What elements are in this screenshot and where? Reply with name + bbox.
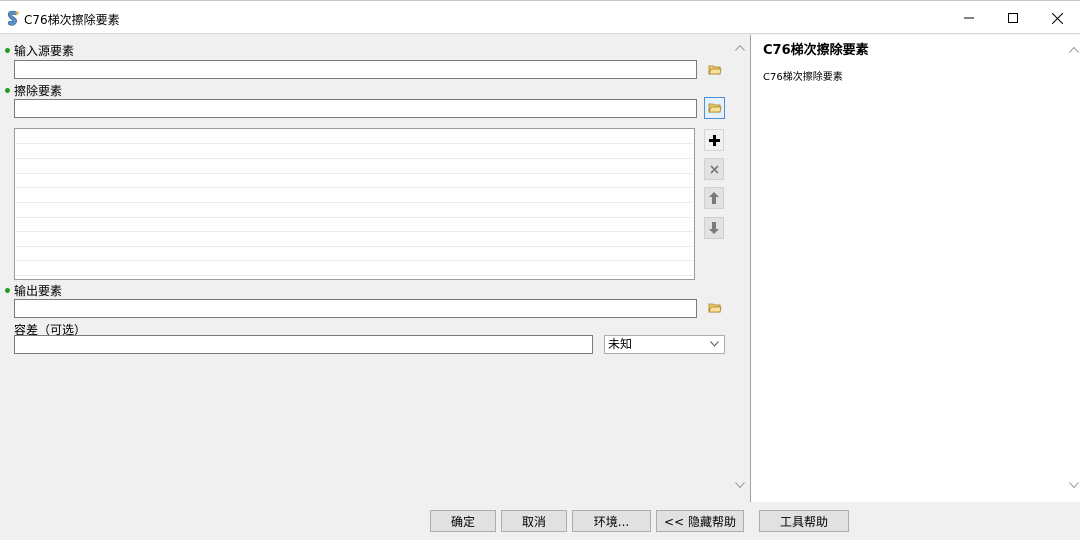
hide-help-button[interactable]: << 隐藏帮助 <box>656 510 744 532</box>
tool-help-button[interactable]: 工具帮助 <box>759 510 849 532</box>
required-bullet-icon <box>5 288 10 293</box>
erase-features-field[interactable] <box>14 99 697 118</box>
erase-features-browse-button[interactable] <box>704 97 725 119</box>
remove-icon <box>709 164 719 174</box>
required-bullet-icon <box>5 88 10 93</box>
input-features-label: 输入源要素 <box>5 42 74 59</box>
close-button[interactable] <box>1034 1 1080 35</box>
folder-icon <box>707 303 721 313</box>
minimize-button[interactable] <box>946 1 992 35</box>
maximize-button[interactable] <box>990 1 1036 35</box>
window-title: C76梯次擦除要素 <box>24 13 120 27</box>
close-icon <box>1051 12 1063 24</box>
erase-features-label: 擦除要素 <box>5 82 62 99</box>
minimize-icon <box>964 17 974 19</box>
erase-features-list[interactable] <box>14 128 695 280</box>
help-panel: C76梯次擦除要素 C76梯次擦除要素 <box>750 35 1080 502</box>
help-scroll-down-icon[interactable] <box>1069 482 1079 488</box>
move-down-button[interactable] <box>704 217 724 239</box>
ok-button[interactable]: 确定 <box>430 510 496 532</box>
parameters-panel: 输入源要素 擦除要素 输出要素 容差（可选） 未知 <box>0 35 749 502</box>
help-body: C76梯次擦除要素 <box>763 72 843 83</box>
button-bar: 确定 取消 环境... << 隐藏帮助 工具帮助 <box>0 502 1080 540</box>
folder-icon <box>707 65 721 75</box>
input-features-browse-button[interactable] <box>704 59 725 81</box>
add-icon <box>708 134 720 146</box>
move-up-icon <box>709 192 719 204</box>
folder-icon <box>707 103 721 113</box>
script-tool-icon <box>7 10 19 26</box>
input-features-label-text: 输入源要素 <box>14 44 75 58</box>
scroll-down-icon[interactable] <box>735 482 745 488</box>
tolerance-unit-select[interactable]: 未知 <box>604 335 725 354</box>
cancel-button[interactable]: 取消 <box>501 510 567 532</box>
output-features-field[interactable] <box>14 299 697 318</box>
input-features-field[interactable] <box>14 60 697 79</box>
tolerance-field[interactable] <box>14 335 593 354</box>
move-down-icon <box>709 222 719 234</box>
maximize-icon <box>1008 13 1018 23</box>
output-features-label-text: 输出要素 <box>14 284 63 298</box>
required-bullet-icon <box>5 48 10 53</box>
output-features-label: 输出要素 <box>5 282 62 299</box>
scroll-up-icon[interactable] <box>735 45 745 51</box>
help-title: C76梯次擦除要素 <box>763 43 869 58</box>
environments-button[interactable]: 环境... <box>572 510 651 532</box>
erase-features-label-text: 擦除要素 <box>14 84 63 98</box>
output-features-browse-button[interactable] <box>704 297 725 319</box>
add-button[interactable] <box>704 129 724 151</box>
help-scroll-up-icon[interactable] <box>1069 47 1079 53</box>
move-up-button[interactable] <box>704 187 724 209</box>
chevron-down-icon <box>710 341 719 347</box>
tolerance-unit-value: 未知 <box>608 337 633 351</box>
title-bar: C76梯次擦除要素 <box>0 0 1080 34</box>
remove-button[interactable] <box>704 158 724 180</box>
